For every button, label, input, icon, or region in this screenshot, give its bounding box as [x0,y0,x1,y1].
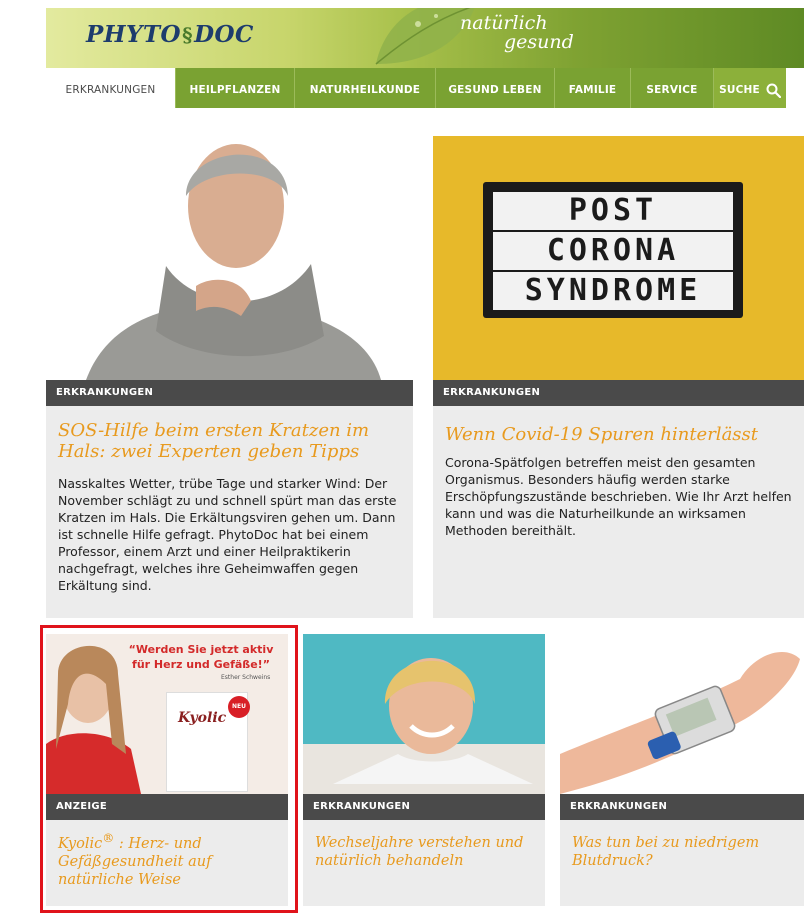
article-card-covid[interactable]: POST CORONA SYNDROME ERKRANKUNGEN Wenn C… [433,136,804,618]
article-category: ERKRANKUNGEN [433,380,804,406]
article-image-post-corona-lightbox[interactable]: POST CORONA SYNDROME [433,136,804,380]
ad-image-kyolic[interactable]: “Werden Sie jetzt aktiv für Herz und Gef… [46,634,288,794]
lightbox-sign: POST CORONA SYNDROME [483,182,743,318]
nav-item-naturheilkunde[interactable]: NATURHEILKUNDE [295,68,436,108]
article-category: ERKRANKUNGEN [303,794,545,820]
ad-title[interactable]: Kyolic® : Herz- und Gefäßgesundheit auf … [58,829,283,889]
article-category: ERKRANKUNGEN [46,380,413,406]
article-card-sos-hilfe[interactable]: ERKRANKUNGEN SOS-Hilfe beim ersten Kratz… [46,136,413,618]
article-title[interactable]: SOS-Hilfe beim ersten Kratzen im Hals: z… [58,420,398,462]
smiling-woman-illustration [303,634,545,794]
lightbox-line-2: CORONA [493,232,733,270]
article-image-blood-pressure-monitor[interactable] [560,634,804,794]
ad-author: Esther Schweins [221,674,271,681]
article-card-blutdruck[interactable]: ERKRANKUNGEN Was tun bei zu niedrigem Bl… [560,634,804,906]
ad-quote: “Werden Sie jetzt aktiv für Herz und Gef… [128,643,274,671]
lightbox-line-1: POST [493,192,733,230]
ad-card-kyolic[interactable]: “Werden Sie jetzt aktiv für Herz und Gef… [46,634,288,906]
nav-item-heilpflanzen[interactable]: HEILPFLANZEN [176,68,295,108]
article-card-wechseljahre[interactable]: ERKRANKUNGEN Wechseljahre verstehen und … [303,634,545,906]
nav-item-familie[interactable]: FAMILIE [555,68,631,108]
ad-title-brand: Kyolic [58,835,103,852]
registered-mark: ® [102,831,115,845]
logo-text-left: PHYTO [86,21,182,48]
article-title[interactable]: Wechseljahre verstehen und natürlich beh… [315,834,540,870]
search-label: SUCHE [719,84,760,96]
product-brand: Kyolic [178,710,227,726]
main-navigation: ERKRANKUNGEN HEILPFLANZEN NATURHEILKUNDE… [46,68,786,108]
site-logo[interactable]: PHYTO§DOC [86,21,254,48]
article-teaser: Nasskaltes Wetter, trübe Tage und starke… [58,476,397,593]
lightbox-line-3: SYNDROME [493,272,733,310]
article-image-smiling-woman[interactable] [303,634,545,794]
article-image-man-with-scarf[interactable] [46,136,413,380]
slogan-line-2: gesund [504,31,574,53]
search-icon [766,83,781,98]
new-badge: NEU [228,696,250,718]
article-category: ERKRANKUNGEN [560,794,804,820]
logo-text-right: DOC [194,21,254,48]
nav-item-erkrankungen[interactable]: ERKRANKUNGEN [46,68,176,108]
caduceus-icon: § [182,23,194,47]
site-slogan: natürlich gesund [460,14,574,52]
header-banner: PHYTO§DOC natürlich gesund [46,8,804,68]
nav-item-gesund-leben[interactable]: GESUND LEBEN [436,68,555,108]
article-title[interactable]: Was tun bei zu niedrigem Blutdruck? [572,834,797,870]
nav-item-service[interactable]: SERVICE [631,68,714,108]
site-header: PHYTO§DOC natürlich gesund ERKRANKUNGEN … [46,8,804,108]
nav-item-search[interactable]: SUCHE [714,68,786,108]
wrist-monitor-illustration [560,634,804,794]
man-scarf-illustration [46,136,413,380]
article-title[interactable]: Wenn Covid-19 Spuren hinterlässt [445,424,795,445]
article-teaser: Corona-Spätfolgen betreffen meist den ge… [445,455,792,538]
article-category: ANZEIGE [46,794,288,820]
